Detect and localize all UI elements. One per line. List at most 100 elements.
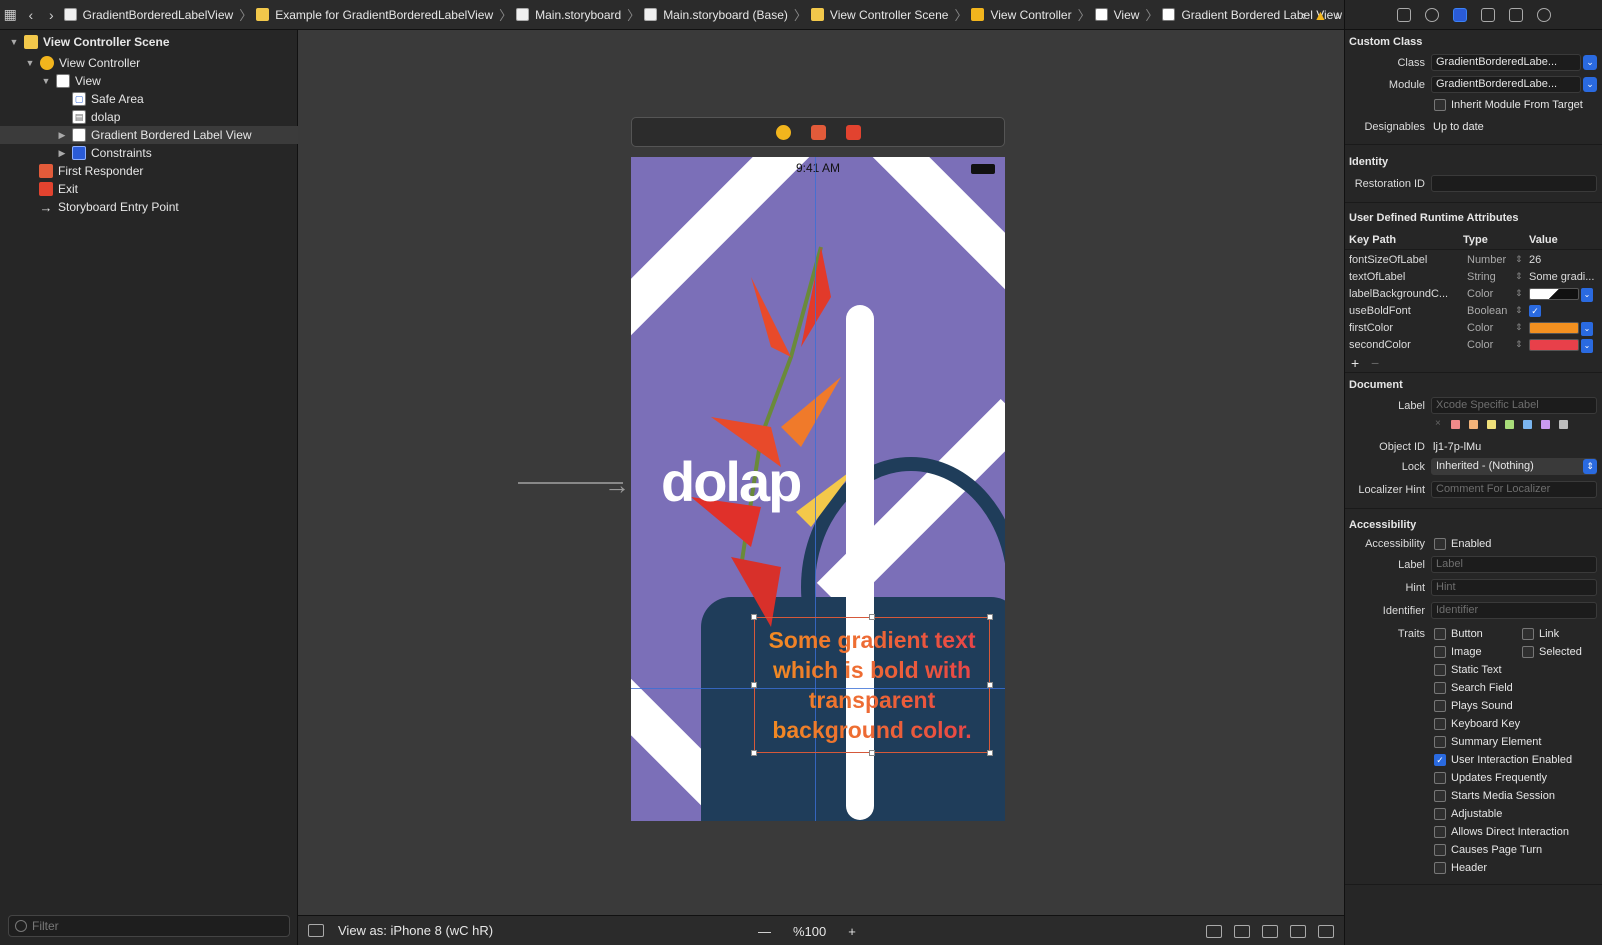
no-color-icon[interactable]: × (1435, 418, 1441, 429)
stepper-icon[interactable]: ⇕ (1515, 288, 1523, 299)
outline-item-first-responder[interactable]: First Responder (0, 162, 298, 180)
iphone-view[interactable]: dolap 9:41 AM Some gradient text which i… (631, 157, 1005, 821)
udra-row[interactable]: textOfLabel String ⇕ Some gradi... (1345, 269, 1602, 286)
localizer-hint-field[interactable]: Comment For Localizer (1431, 481, 1597, 498)
trait-direct-interaction-checkbox[interactable] (1434, 826, 1446, 838)
resize-handle[interactable] (751, 614, 757, 620)
resize-handle[interactable] (987, 750, 993, 756)
chevron-down-icon[interactable]: ⌄ (1583, 77, 1597, 92)
breadcrumb-file[interactable]: GradientBorderedLabelView 〉 (62, 5, 255, 24)
resize-handle[interactable] (869, 614, 875, 620)
add-constraints-icon[interactable] (1318, 924, 1334, 938)
label-color-swatch[interactable] (1559, 420, 1568, 429)
exit-icon[interactable] (845, 124, 861, 140)
stepper-icon[interactable]: ⇕ (1515, 322, 1523, 333)
udra-row[interactable]: firstColor Color ⇕ ⌄ (1345, 320, 1602, 337)
back-icon[interactable]: ‹ (21, 0, 42, 29)
trait-selected-checkbox[interactable] (1522, 646, 1534, 658)
breadcrumb-storyboard[interactable]: Main.storyboard 〉 (514, 5, 642, 24)
chevron-down-icon[interactable]: ⌄ (1581, 339, 1593, 353)
acc-label-field[interactable]: Label (1431, 556, 1597, 573)
outline-item-scene[interactable]: ▼ View Controller Scene (0, 33, 298, 51)
outline-item-safe-area[interactable]: ▢ Safe Area (0, 90, 298, 108)
chevron-down-icon[interactable]: ⌄ (1583, 55, 1597, 70)
trait-summary-element-checkbox[interactable] (1434, 736, 1446, 748)
udra-header-type[interactable]: Type (1463, 234, 1488, 246)
chevron-down-icon[interactable]: ⌄ (1581, 288, 1593, 302)
stepper-icon[interactable]: ⇕ (1515, 339, 1523, 350)
label-color-swatch[interactable] (1487, 420, 1496, 429)
stack-view-icon[interactable] (1262, 924, 1278, 938)
toggle-outline-icon[interactable] (308, 924, 324, 937)
disclosure-open-icon[interactable]: ▼ (8, 37, 20, 47)
storyboard-canvas[interactable]: → dolap 9:41 AM Some gradient text which… (298, 30, 1344, 915)
identity-inspector-icon[interactable] (1452, 7, 1467, 22)
embed-in-icon[interactable] (1234, 924, 1250, 938)
filter-input[interactable]: Filter (8, 915, 290, 937)
trait-button-checkbox[interactable] (1434, 628, 1446, 640)
previous-issue-icon[interactable]: ‹ (1301, 7, 1306, 23)
doc-label-field[interactable]: Xcode Specific Label (1431, 397, 1597, 414)
class-field[interactable]: GradientBorderedLabe... (1431, 54, 1581, 71)
udra-row[interactable]: fontSizeOfLabel Number ⇕ 26 (1345, 252, 1602, 269)
trait-adjustable-checkbox[interactable] (1434, 808, 1446, 820)
trait-image-checkbox[interactable] (1434, 646, 1446, 658)
trait-updates-frequently-checkbox[interactable] (1434, 772, 1446, 784)
first-responder-icon[interactable] (810, 124, 826, 140)
next-issue-icon[interactable]: › (1335, 7, 1340, 23)
file-inspector-icon[interactable] (1396, 7, 1411, 22)
add-attribute-icon[interactable]: + (1351, 355, 1359, 371)
trait-causes-page-turn-checkbox[interactable] (1434, 844, 1446, 856)
trait-static-text-checkbox[interactable] (1434, 664, 1446, 676)
resize-handle[interactable] (987, 682, 993, 688)
stepper-icon[interactable]: ⇕ (1515, 254, 1523, 265)
outline-item-dolap[interactable]: ▤ dolap (0, 108, 298, 126)
attributes-inspector-icon[interactable] (1480, 7, 1495, 22)
module-field[interactable]: GradientBorderedLabe... (1431, 76, 1581, 93)
udra-row[interactable]: labelBackgroundC... Color ⇕ ⌄ (1345, 286, 1602, 303)
inherit-module-checkbox[interactable] (1434, 99, 1446, 111)
outline-item-exit[interactable]: Exit (0, 180, 298, 198)
warning-icon[interactable]: ▲ (1313, 7, 1327, 23)
acc-identifier-field[interactable]: Identifier (1431, 602, 1597, 619)
lock-popup[interactable]: Inherited - (Nothing) (1431, 458, 1597, 475)
zoom-level[interactable]: %100 (793, 924, 826, 939)
chevron-updown-icon[interactable]: ⇕ (1583, 459, 1597, 474)
udra-row[interactable]: secondColor Color ⇕ ⌄ (1345, 337, 1602, 354)
trait-search-field-checkbox[interactable] (1434, 682, 1446, 694)
view-controller-icon[interactable] (775, 124, 791, 140)
udra-header-keypath[interactable]: Key Path (1349, 234, 1396, 246)
stepper-icon[interactable]: ⇕ (1515, 271, 1523, 282)
outline-item-view[interactable]: ▼ View (0, 72, 298, 90)
grid-icon[interactable]: ▦ (0, 0, 21, 29)
outline-item-entry-point[interactable]: → Storyboard Entry Point (0, 198, 298, 216)
resize-handle[interactable] (869, 750, 875, 756)
forward-icon[interactable]: › (41, 0, 62, 29)
chevron-down-icon[interactable]: ⌄ (1581, 322, 1593, 336)
trait-link-checkbox[interactable] (1522, 628, 1534, 640)
breadcrumb-storyboard-base[interactable]: Main.storyboard (Base) 〉 (642, 5, 809, 24)
remove-attribute-icon[interactable]: − (1371, 355, 1379, 371)
outline-item-constraints[interactable]: ▶ Constraints (0, 144, 298, 162)
help-inspector-icon[interactable] (1424, 7, 1439, 22)
color-well[interactable] (1529, 322, 1579, 334)
zoom-in-button[interactable]: + (848, 924, 856, 939)
resize-handle[interactable] (751, 682, 757, 688)
udra-row[interactable]: useBoldFont Boolean ⇕ ✓ (1345, 303, 1602, 320)
label-color-swatch[interactable] (1451, 420, 1460, 429)
udra-header-value[interactable]: Value (1529, 234, 1558, 246)
label-color-swatch[interactable] (1469, 420, 1478, 429)
label-color-swatch[interactable] (1541, 420, 1550, 429)
outline-item-gradient-bordered-label-view[interactable]: ▶ Gradient Bordered Label View (0, 126, 298, 144)
disclosure-open-icon[interactable]: ▼ (40, 76, 52, 86)
update-frames-icon[interactable] (1206, 924, 1222, 938)
outline-item-view-controller[interactable]: ▼ View Controller (0, 54, 298, 72)
trait-plays-sound-checkbox[interactable] (1434, 700, 1446, 712)
breadcrumb-scene[interactable]: View Controller Scene 〉 (809, 5, 970, 24)
view-as-device[interactable]: View as: iPhone 8 (wC hR) (338, 923, 493, 938)
resize-handle[interactable] (987, 614, 993, 620)
acc-hint-field[interactable]: Hint (1431, 579, 1597, 596)
breadcrumb-view-controller[interactable]: View Controller 〉 (969, 5, 1092, 24)
stepper-icon[interactable]: ⇕ (1515, 305, 1523, 316)
color-well[interactable] (1529, 288, 1579, 300)
